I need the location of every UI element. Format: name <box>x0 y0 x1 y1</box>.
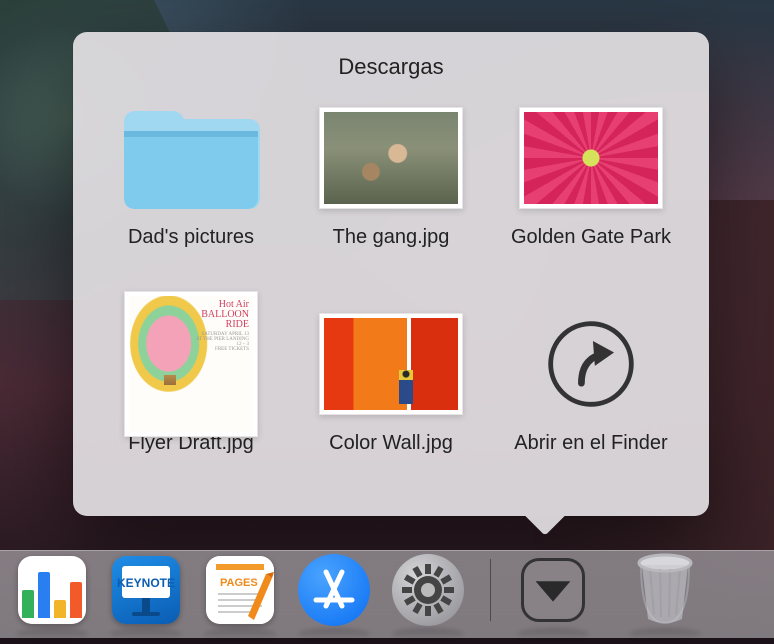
stack-item-golden-gate-park[interactable]: Golden Gate Park <box>501 98 681 292</box>
trash-icon <box>630 551 700 629</box>
stack-item-label: The gang.jpg <box>333 226 450 249</box>
chevron-down-icon <box>521 558 585 622</box>
gear-icon <box>392 554 464 626</box>
downloads-stack-popup: Descargas Dad's pictures The gang.jpg <box>73 32 709 516</box>
dock-app-appstore[interactable] <box>298 554 370 626</box>
image-thumbnail: Hot Air BALLOON RIDE SATURDAY APRIL 13AT… <box>114 304 268 424</box>
keynote-icon: KEYNOTE <box>112 556 180 624</box>
dock-divider <box>490 559 491 621</box>
stack-item-flyer-draft[interactable]: Hot Air BALLOON RIDE SATURDAY APRIL 13AT… <box>101 304 281 498</box>
dock-app-pages[interactable]: PAGES <box>204 554 276 626</box>
image-thumbnail <box>314 304 468 424</box>
open-in-finder-button[interactable]: Abrir en el Finder <box>501 304 681 498</box>
dock-app-keynote[interactable]: KEYNOTE <box>110 554 182 626</box>
stack-title: Descargas <box>101 54 681 80</box>
stack-item-dads-pictures[interactable]: Dad's pictures <box>101 98 281 292</box>
stack-grid: Dad's pictures The gang.jpg Golden Gate … <box>101 98 681 498</box>
image-thumbnail <box>314 98 468 218</box>
svg-text:KEYNOTE: KEYNOTE <box>117 576 175 590</box>
stack-item-color-wall[interactable]: Color Wall.jpg <box>301 304 481 498</box>
dock-downloads-stack[interactable] <box>517 554 589 626</box>
stack-item-label: Color Wall.jpg <box>329 432 453 455</box>
stack-item-label: Golden Gate Park <box>511 226 671 249</box>
open-in-finder-icon <box>514 304 668 424</box>
svg-text:PAGES: PAGES <box>220 577 258 589</box>
dock-app-system-preferences[interactable] <box>392 554 464 626</box>
folder-icon <box>114 98 268 218</box>
stack-item-label: Dad's pictures <box>128 226 254 249</box>
appstore-icon <box>298 554 370 626</box>
dock-app-numbers[interactable] <box>16 554 88 626</box>
open-in-finder-label: Abrir en el Finder <box>514 432 667 455</box>
dock: KEYNOTE PAGES <box>0 536 774 644</box>
image-thumbnail <box>514 98 668 218</box>
numbers-icon <box>18 556 86 624</box>
dock-trash[interactable] <box>629 554 701 626</box>
stack-item-the-gang[interactable]: The gang.jpg <box>301 98 481 292</box>
pages-icon: PAGES <box>206 556 274 624</box>
